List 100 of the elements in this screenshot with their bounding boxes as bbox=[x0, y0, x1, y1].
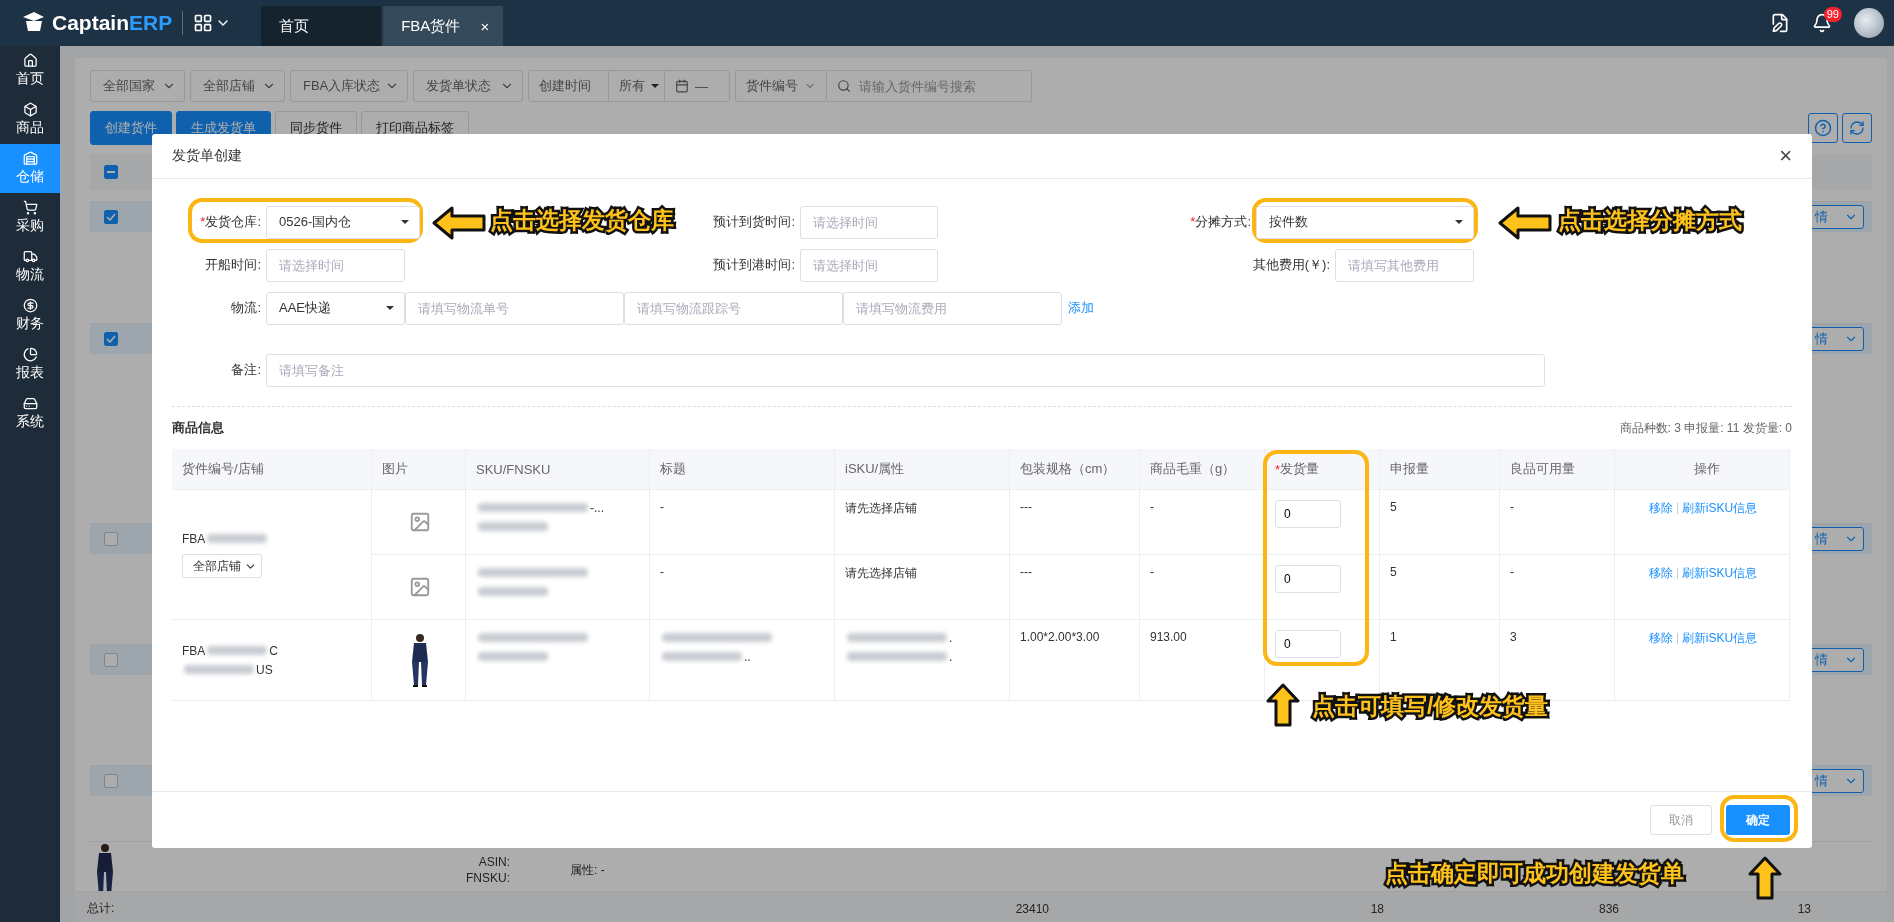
checkbox[interactable] bbox=[104, 774, 118, 788]
column-header: 标题 bbox=[650, 449, 835, 489]
blur-patch bbox=[478, 587, 548, 596]
logistics-select[interactable]: AAE快递 bbox=[266, 291, 405, 325]
field-label: 预计到港时间: bbox=[712, 256, 796, 274]
sidebar-item[interactable]: 仓储 bbox=[0, 144, 60, 193]
sidebar-item[interactable]: 系统 bbox=[0, 389, 60, 438]
arrow-icon bbox=[1266, 683, 1300, 727]
table-cell: - bbox=[650, 554, 835, 619]
row-action-link[interactable]: 移除 bbox=[1648, 630, 1673, 647]
filter-select[interactable]: 发货单状态 bbox=[413, 70, 523, 102]
table-cell: .. bbox=[650, 619, 835, 700]
sidebar-item[interactable]: 物流 bbox=[0, 242, 60, 291]
table-cell: 5 bbox=[1380, 554, 1500, 619]
quantity-field[interactable]: 0 bbox=[1275, 630, 1341, 658]
pie-chart-icon bbox=[22, 347, 38, 362]
warehouse-select[interactable]: 0526-国内仓 bbox=[266, 205, 420, 239]
logistics-field[interactable]: 请填写物流单号 bbox=[405, 291, 624, 325]
logistics-field[interactable]: 请填写物流跟踪号 bbox=[624, 291, 843, 325]
blur-patch bbox=[207, 646, 268, 655]
image-placeholder-icon bbox=[408, 576, 431, 598]
server-icon bbox=[22, 396, 38, 411]
field-label: 预计到货时间: bbox=[712, 213, 796, 231]
fee-field[interactable]: 请填写其他费用 bbox=[1335, 248, 1474, 282]
table-cell: - bbox=[650, 489, 835, 554]
field-label: 开船时间: bbox=[204, 256, 262, 274]
quantity-field[interactable]: 0 bbox=[1275, 565, 1341, 593]
filter-select[interactable]: FBA入库状态 bbox=[290, 70, 408, 102]
notification-badge: 99 bbox=[1823, 7, 1842, 22]
table-cell: --- bbox=[1010, 489, 1140, 554]
refresh-icon bbox=[1849, 120, 1865, 136]
row-action-link[interactable]: 刷新iSKU信息 bbox=[1681, 500, 1758, 517]
sidebar-item[interactable]: 首页 bbox=[0, 46, 60, 95]
checkbox[interactable] bbox=[104, 653, 118, 667]
calendar-icon bbox=[675, 79, 689, 93]
section-title: 商品信息 bbox=[172, 419, 224, 437]
close-button[interactable]: × bbox=[1779, 143, 1792, 169]
table-cell: FBA 全部店铺 bbox=[172, 489, 372, 619]
checkbox[interactable] bbox=[104, 332, 118, 346]
date-range-select[interactable]: 所有 bbox=[609, 71, 665, 101]
arrow-icon bbox=[1498, 206, 1552, 240]
note-icon[interactable] bbox=[1770, 13, 1790, 33]
sidebar-item[interactable]: 采购 bbox=[0, 193, 60, 242]
store-select[interactable]: 全部店铺 bbox=[182, 554, 262, 578]
avatar[interactable] bbox=[1854, 8, 1884, 38]
home-icon bbox=[22, 53, 38, 68]
table-cell: - bbox=[1500, 554, 1615, 619]
blur-patch bbox=[207, 534, 268, 543]
caret-icon bbox=[1455, 220, 1463, 224]
logistics-field[interactable]: 请填写物流费用 bbox=[843, 291, 1062, 325]
search-icon bbox=[837, 79, 851, 93]
column-header: 良品可用量 bbox=[1500, 449, 1615, 489]
image-placeholder-icon bbox=[408, 511, 431, 533]
table-cell: . . bbox=[835, 619, 1010, 700]
checkbox[interactable] bbox=[104, 210, 118, 224]
arrow-icon bbox=[1748, 856, 1782, 900]
filter-select[interactable]: 全部国家 bbox=[90, 70, 185, 102]
arrow-icon bbox=[432, 206, 486, 240]
asin-label: ASIN: bbox=[478, 855, 510, 869]
column-header: 包装规格（cm） bbox=[1010, 449, 1140, 489]
search-field[interactable]: 请输入货件编号搜索 bbox=[827, 70, 1032, 102]
date-picker[interactable]: — bbox=[665, 71, 729, 101]
search-field-select[interactable]: 货件编号 bbox=[736, 71, 826, 101]
row-action-link[interactable]: 刷新iSKU信息 bbox=[1681, 630, 1758, 647]
date-field[interactable]: 请选择时间 bbox=[266, 248, 405, 282]
table-cell: --- bbox=[1010, 554, 1140, 619]
date-field[interactable]: 请选择时间 bbox=[800, 248, 938, 282]
date-type-label: 创建时间 bbox=[529, 71, 609, 101]
add-link[interactable]: 添加 bbox=[1068, 299, 1094, 317]
checkbox[interactable] bbox=[104, 165, 118, 179]
blur-patch bbox=[478, 522, 548, 531]
blur-patch bbox=[184, 665, 254, 674]
total-value: 836 bbox=[1597, 901, 1620, 916]
field-label: *分摊方式: bbox=[1190, 213, 1252, 231]
sidebar-item[interactable]: 报表 bbox=[0, 340, 60, 389]
annotation-text: 点击确定即可成功创建发货单 bbox=[1385, 861, 1684, 887]
action-button[interactable]: 创建货件 bbox=[90, 111, 172, 145]
quantity-field[interactable]: 0 bbox=[1275, 500, 1341, 528]
cart-icon bbox=[22, 200, 38, 215]
table-cell: 5 bbox=[1380, 489, 1500, 554]
sidebar-item[interactable]: 商品 bbox=[0, 95, 60, 144]
cancel-button[interactable]: 取消 bbox=[1650, 805, 1712, 835]
checkbox[interactable] bbox=[104, 532, 118, 546]
date-field[interactable]: 请选择时间 bbox=[800, 205, 938, 239]
sidebar-item[interactable]: 财务 bbox=[0, 291, 60, 340]
row-action-link[interactable]: 刷新iSKU信息 bbox=[1681, 565, 1758, 582]
row-action-link[interactable]: 移除 bbox=[1648, 565, 1673, 582]
confirm-button[interactable]: 确定 bbox=[1726, 805, 1790, 835]
allocation-select[interactable]: 按件数 bbox=[1256, 205, 1474, 239]
refresh-button[interactable] bbox=[1842, 113, 1872, 143]
row-action-link[interactable]: 移除 bbox=[1648, 500, 1673, 517]
column-header: 申报量 bbox=[1380, 449, 1500, 489]
app-logo: CaptainERP bbox=[20, 11, 184, 35]
column-header: 操作 bbox=[1615, 449, 1790, 489]
table-cell: 请先选择店铺 bbox=[835, 554, 1010, 619]
filter-select[interactable]: 全部店铺 bbox=[190, 70, 285, 102]
field-label: *发货仓库: bbox=[199, 213, 262, 231]
page-tab[interactable]: FBA货件 × bbox=[383, 6, 504, 46]
remark-field[interactable]: 请填写备注 bbox=[266, 353, 1545, 387]
page-tab[interactable]: 首页 bbox=[261, 6, 382, 46]
